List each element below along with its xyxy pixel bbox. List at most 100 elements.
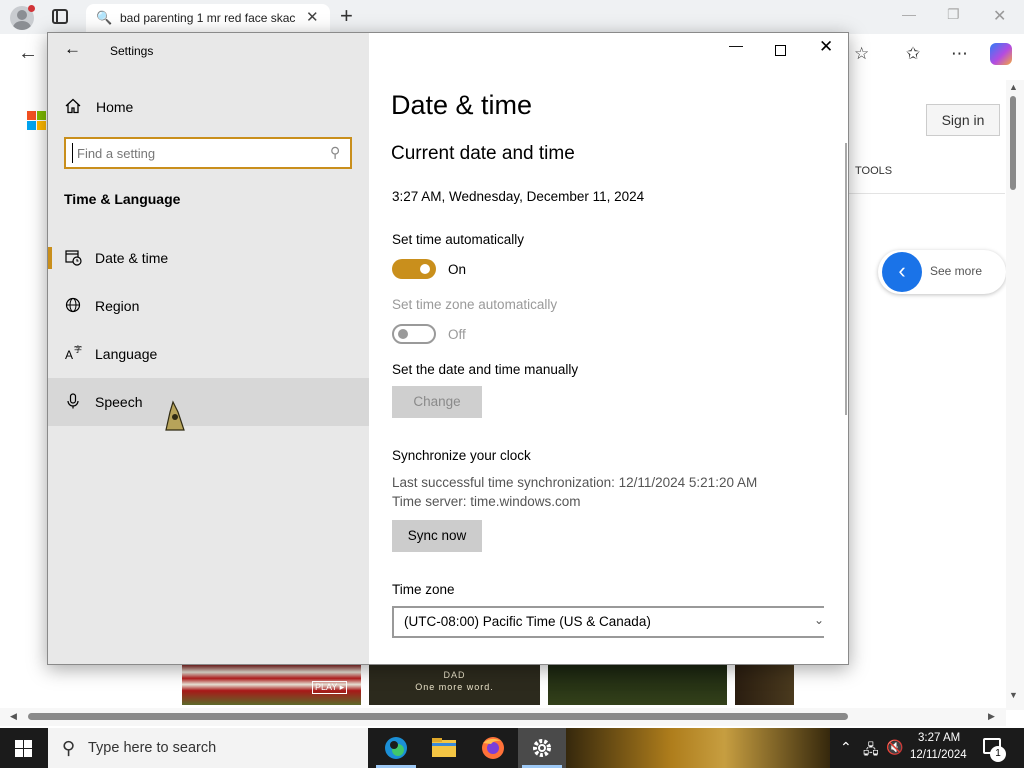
svg-text:A: A xyxy=(65,348,73,362)
set-time-auto-toggle[interactable] xyxy=(392,259,436,279)
set-time-auto-label: Set time automatically xyxy=(392,232,525,247)
home-icon xyxy=(65,98,81,114)
settings-window: ← Settings Home ⚲ Time & Language Date &… xyxy=(47,32,849,665)
set-timezone-auto-toggle xyxy=(392,324,436,344)
chevron-down-icon: ⌄ xyxy=(814,613,825,627)
sync-clock-title: Synchronize your clock xyxy=(392,448,531,463)
section-header: Time & Language xyxy=(64,191,181,207)
profile-notification-dot xyxy=(28,5,35,12)
time-server-text: Time server: time.windows.com xyxy=(392,494,581,509)
firefox-icon[interactable] xyxy=(469,728,517,768)
close-button[interactable]: ✕ xyxy=(819,37,833,57)
window-title: Settings xyxy=(110,44,154,58)
new-tab-button[interactable]: + xyxy=(340,3,353,29)
windows-start-icon[interactable] xyxy=(15,740,32,757)
change-button: Change xyxy=(392,386,482,418)
sync-now-button[interactable]: Sync now xyxy=(392,520,482,552)
taskbar: ⚲ Type here to search ⌃ 🖧 🔇 3:27 AM 12/1… xyxy=(0,728,1024,768)
more-options-icon[interactable]: ⋯ xyxy=(951,44,968,64)
nav-home[interactable]: Home xyxy=(48,89,369,125)
time-zone-dropdown[interactable]: (UTC-08:00) Pacific Time (US & Canada) ⌄ xyxy=(392,606,824,638)
nav-home-label: Home xyxy=(96,99,134,115)
scroll-up-icon[interactable]: ▲ xyxy=(1009,82,1018,92)
browser-restore-button[interactable]: ❐ xyxy=(947,6,960,23)
copilot-icon[interactable] xyxy=(990,43,1012,65)
settings-search-box[interactable]: ⚲ xyxy=(64,137,352,169)
svg-text:字: 字 xyxy=(74,344,82,354)
taskbar-search-placeholder: Type here to search xyxy=(88,740,217,756)
microsoft-logo xyxy=(27,111,47,131)
chevron-up-icon[interactable]: ⌃ xyxy=(840,739,852,756)
edge-taskbar-icon[interactable] xyxy=(372,728,420,768)
last-sync-text: Last successful time synchronization: 12… xyxy=(392,475,758,490)
manual-time-label: Set the date and time manually xyxy=(392,362,579,377)
content-scrollbar[interactable] xyxy=(845,143,847,415)
video-thumbnail[interactable] xyxy=(735,664,794,705)
tab-actions-icon[interactable] xyxy=(52,9,68,24)
notification-count-badge: 1 xyxy=(990,746,1006,762)
see-more-label: See more xyxy=(930,264,983,278)
busy-cursor-icon xyxy=(165,400,185,431)
search-icon: 🔍 xyxy=(96,10,113,25)
thumbnail-caption: DAD xyxy=(443,670,466,680)
toggle-state: Off xyxy=(448,327,466,342)
nav-item-speech[interactable]: Speech xyxy=(48,378,369,426)
nav-item-date-time[interactable]: Date & time xyxy=(48,234,369,282)
toggle-knob xyxy=(420,264,430,274)
video-thumbnail[interactable]: PLAY ▸ xyxy=(182,664,361,705)
section-subtitle: Current date and time xyxy=(391,143,575,164)
sign-in-button[interactable]: Sign in xyxy=(926,104,1000,136)
search-icon[interactable]: ⚲ xyxy=(330,144,340,161)
selection-indicator xyxy=(48,247,52,269)
file-explorer-icon[interactable] xyxy=(420,728,468,768)
see-more-button[interactable]: ‹ See more xyxy=(878,250,1006,294)
taskbar-search-box[interactable]: ⚲ Type here to search xyxy=(48,728,368,768)
scroll-right-icon[interactable]: ▶ xyxy=(988,711,995,722)
settings-content-pane: — ✕ Date & time Current date and time 3:… xyxy=(369,33,848,664)
favorite-star-icon[interactable]: ☆ xyxy=(854,44,869,64)
time-zone-label: Time zone xyxy=(392,582,455,597)
video-thumbnail[interactable] xyxy=(548,664,727,705)
wallpaper-strip xyxy=(566,728,830,768)
tab-close-icon[interactable]: ✕ xyxy=(306,8,319,26)
nav-item-region[interactable]: Region xyxy=(48,282,369,330)
language-icon: A 字 xyxy=(65,344,82,362)
minimize-button[interactable]: — xyxy=(729,37,743,53)
clock-time[interactable]: 3:27 AM xyxy=(918,732,960,744)
browser-back-button[interactable]: ← xyxy=(18,42,38,65)
vertical-scroll-thumb[interactable] xyxy=(1010,96,1016,190)
maximize-button[interactable] xyxy=(775,45,786,56)
tools-tab[interactable]: TOOLS xyxy=(855,165,892,177)
find-setting-input[interactable] xyxy=(72,143,322,163)
thumbnail-caption: One more word. xyxy=(415,682,494,692)
nav-item-label: Region xyxy=(95,298,140,314)
browser-close-button[interactable]: ✕ xyxy=(993,6,1006,26)
network-icon[interactable]: 🖧 xyxy=(863,739,879,763)
browser-tab[interactable]: 🔍 bad parenting 1 mr red face skaci ✕ xyxy=(86,4,330,34)
date-time-icon xyxy=(65,250,82,266)
favorites-icon[interactable]: ✩ xyxy=(906,44,920,64)
scroll-left-icon[interactable]: ◀ xyxy=(10,711,17,722)
video-thumbnail[interactable]: DAD One more word. xyxy=(369,664,540,705)
divider xyxy=(849,193,1005,194)
browser-minimize-button[interactable]: — xyxy=(902,6,916,22)
nav-item-label: Date & time xyxy=(95,250,169,266)
toggle-knob xyxy=(398,329,408,339)
toggle-state: On xyxy=(448,262,467,277)
page-title: Date & time xyxy=(391,90,533,120)
set-timezone-auto-label: Set time zone automatically xyxy=(392,297,558,312)
microphone-icon xyxy=(67,393,79,409)
tab-title: bad parenting 1 mr red face skaci xyxy=(120,11,296,25)
browser-tab-bar: 🔍 bad parenting 1 mr red face skaci ✕ + … xyxy=(0,0,1024,34)
nav-item-label: Speech xyxy=(95,394,143,410)
volume-muted-icon[interactable]: 🔇 xyxy=(886,739,903,756)
back-arrow-icon[interactable]: ← xyxy=(64,39,81,59)
horizontal-scroll-thumb[interactable] xyxy=(28,713,848,720)
play-badge: PLAY ▸ xyxy=(312,681,348,694)
clock-date[interactable]: 12/11/2024 xyxy=(910,749,967,761)
settings-taskbar-icon[interactable] xyxy=(518,728,566,768)
scroll-down-icon[interactable]: ▼ xyxy=(1009,690,1018,700)
current-datetime: 3:27 AM, Wednesday, December 11, 2024 xyxy=(392,189,645,204)
nav-item-language[interactable]: A 字 Language xyxy=(48,330,369,378)
settings-nav-pane: ← Settings Home ⚲ Time & Language Date &… xyxy=(48,33,369,664)
